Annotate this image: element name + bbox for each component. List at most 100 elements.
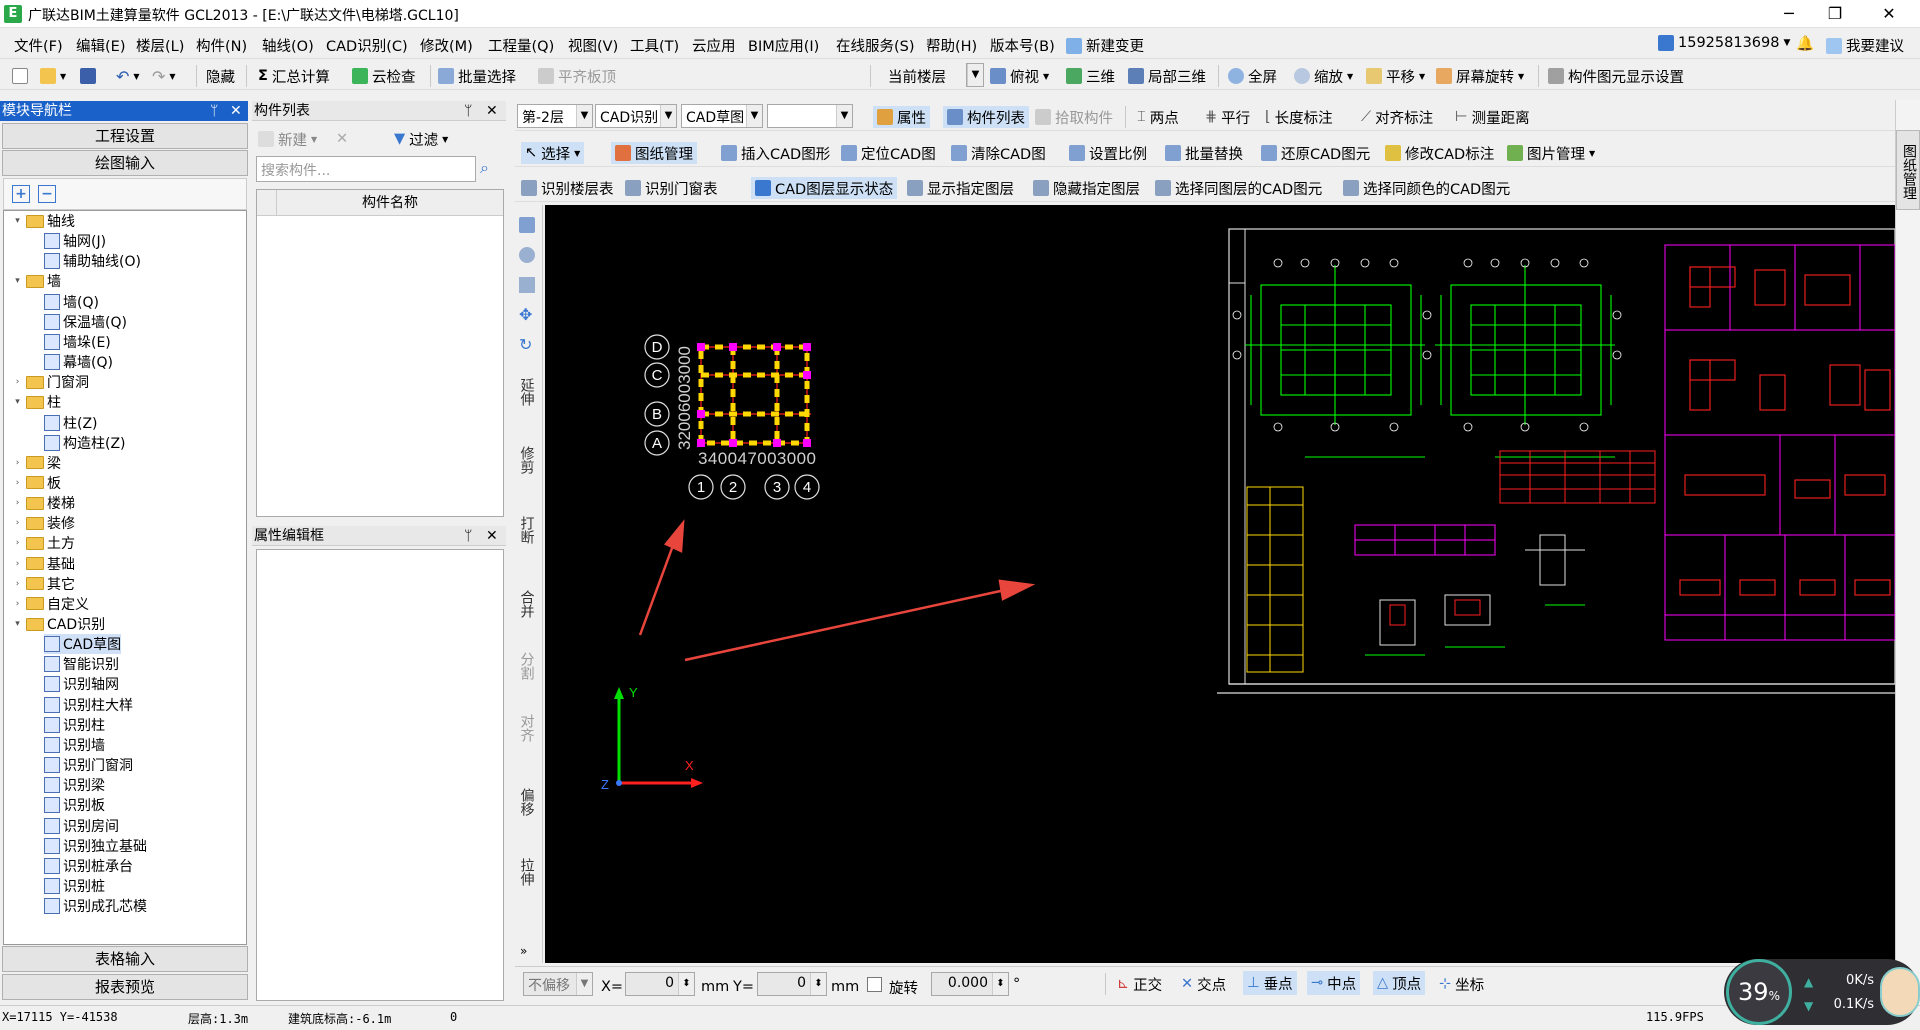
new-change-button[interactable]: 新建变更 [1066, 35, 1144, 56]
tree-item[interactable]: 识别独立基础 [44, 836, 147, 856]
drawing-input-button[interactable]: 绘图输入 [2, 150, 248, 176]
modify-cad-mark-button[interactable]: 修改CAD标注 [1385, 142, 1494, 164]
pan-button[interactable]: 平移 ▼ [1366, 65, 1425, 87]
set-scale-button[interactable]: 设置比例 [1069, 142, 1147, 164]
filter-button[interactable]: ▼ 过滤 ▼ [394, 128, 448, 150]
expander-icon[interactable]: ▾ [12, 216, 23, 226]
menu-view[interactable]: 视图(V) [568, 35, 618, 56]
expander-icon[interactable]: › [12, 458, 23, 468]
drawing-mgmt-button[interactable]: 图纸管理 [611, 142, 697, 164]
save-button[interactable] [80, 65, 96, 87]
expand-all-button[interactable]: + [12, 185, 30, 203]
menu-tools[interactable]: 工具(T) [630, 35, 679, 56]
floor-dropdown[interactable]: 第-2层 ▼ [517, 104, 593, 128]
tree-item[interactable]: 识别成孔芯模 [44, 896, 147, 916]
x-offset-input[interactable]: 0 ⬍ [625, 972, 695, 996]
tree-item[interactable]: 识别轴网 [44, 674, 119, 694]
batch-replace-button[interactable]: 批量替换 [1165, 142, 1243, 164]
pin-icon[interactable]: ᛘ [464, 526, 472, 546]
tree-item[interactable]: 墙(Q) [44, 292, 99, 312]
trim-tool[interactable]: 修剪 [511, 446, 541, 506]
pin-icon[interactable]: ᛘ [464, 101, 472, 121]
break-tool[interactable]: 打断 [511, 516, 541, 576]
rotate-angle-input[interactable]: 0.000 ⬍ [931, 972, 1009, 996]
expander-icon[interactable]: ▾ [12, 619, 23, 629]
insert-cad-button[interactable]: 插入CAD图形 [721, 142, 830, 164]
tree-item[interactable]: 保温墙(Q) [44, 312, 127, 332]
collapse-all-button[interactable]: − [38, 185, 56, 203]
intersect-button[interactable]: ✕ 交点 [1181, 973, 1226, 995]
top-view-button[interactable]: 俯视 ▼ [990, 65, 1049, 87]
copy-icon[interactable] [519, 247, 535, 263]
pen-icon[interactable] [519, 217, 535, 233]
pick-component-button[interactable]: 拾取构件 [1035, 106, 1113, 128]
cad-recog-dropdown[interactable]: CAD识别 ▼ [595, 104, 677, 128]
close-icon[interactable]: ✕ [486, 526, 498, 546]
select-same-color-button[interactable]: 选择同颜色的CAD图元 [1343, 177, 1510, 199]
hide-layer-button[interactable]: 隐藏指定图层 [1033, 177, 1140, 199]
report-preview-button[interactable]: 报表预览 [2, 974, 248, 1000]
screen-rotate-button[interactable]: 屏幕旋转 ▼ [1436, 65, 1524, 87]
tree-item[interactable]: 识别门窗洞 [44, 755, 133, 775]
restore-cad-button[interactable]: 还原CAD图元 [1261, 142, 1370, 164]
maximize-button[interactable]: ❐ [1812, 0, 1858, 28]
bell-button[interactable]: 🔔 [1796, 35, 1814, 52]
tree-folder[interactable]: › 自定义 [12, 594, 89, 614]
menu-version[interactable]: 版本号(B) [990, 35, 1055, 56]
expander-icon[interactable]: › [12, 498, 23, 508]
rotate-icon[interactable]: ↻ [519, 337, 535, 353]
tree-folder[interactable]: › 梁 [12, 453, 61, 473]
display-settings-button[interactable]: 构件图元显示设置 [1548, 65, 1684, 87]
tree-folder[interactable]: › 楼梯 [12, 493, 75, 513]
more-tools-icon[interactable]: » [520, 944, 527, 958]
coordinate-button[interactable]: ⊹ 坐标 [1439, 973, 1484, 995]
avatar[interactable] [1880, 967, 1920, 1017]
new-file-button[interactable] [12, 65, 28, 87]
component-list-button[interactable]: 构件列表 [943, 106, 1029, 128]
menu-file[interactable]: 文件(F) [14, 35, 63, 56]
expander-icon[interactable]: › [12, 377, 23, 387]
suggest-button[interactable]: 我要建议 [1826, 35, 1904, 56]
three-d-button[interactable]: 三维 [1066, 65, 1115, 87]
image-mgmt-button[interactable]: 图片管理 ▼ [1507, 142, 1595, 164]
offset-tool[interactable]: 偏移 [511, 788, 541, 848]
tree-item[interactable]: 识别柱 [44, 715, 105, 735]
flat-top-button[interactable]: 平齐板顶 [538, 65, 616, 87]
partial-3d-button[interactable]: 局部三维 [1128, 65, 1206, 87]
open-file-button[interactable]: ▼ [40, 65, 66, 87]
menu-online[interactable]: 在线服务(S) [836, 35, 915, 56]
tree-folder[interactable]: › 门窗洞 [12, 372, 89, 392]
measure-button[interactable]: ⊢ 测量距离 [1455, 106, 1530, 128]
tree-item[interactable]: 柱(Z) [44, 413, 98, 433]
expander-icon[interactable]: ▾ [12, 276, 23, 286]
tree-folder[interactable]: ▾ CAD识别 [12, 614, 105, 634]
tree-item[interactable]: 识别柱大样 [44, 695, 133, 715]
tree-item[interactable]: 智能识别 [44, 654, 119, 674]
align-mark-button[interactable]: ⟋ 对齐标注 [1361, 106, 1433, 128]
batch-select-button[interactable]: 批量选择 [438, 65, 516, 87]
delete-component-button[interactable]: ✕ [336, 128, 348, 150]
y-offset-input[interactable]: 0 ⬍ [757, 972, 827, 996]
cad-layer-state-button[interactable]: CAD图层显示状态 [751, 177, 898, 199]
move-icon[interactable]: ✥ [519, 307, 535, 323]
search-component-input[interactable]: 搜索构件... [256, 156, 476, 182]
tree-folder[interactable]: ▾ 轴线 [12, 211, 75, 231]
tree-folder[interactable]: › 装修 [12, 513, 75, 533]
menu-edit[interactable]: 编辑(E) [76, 35, 125, 56]
clear-cad-button[interactable]: 清除CAD图 [951, 142, 1046, 164]
close-icon[interactable]: ✕ [486, 101, 498, 121]
show-layer-button[interactable]: 显示指定图层 [907, 177, 1014, 199]
menu-axis[interactable]: 轴线(O) [262, 35, 314, 56]
align-tool[interactable]: 对齐 [511, 714, 541, 774]
two-point-button[interactable]: ⌶ 两点 [1137, 106, 1179, 128]
tree-item[interactable]: 识别墙 [44, 735, 105, 755]
project-settings-button[interactable]: 工程设置 [2, 123, 248, 149]
tree-folder[interactable]: › 板 [12, 473, 61, 493]
table-input-button[interactable]: 表格输入 [2, 946, 248, 972]
extend-tool[interactable]: 延伸 [511, 378, 541, 438]
close-button[interactable]: ✕ [1866, 0, 1912, 28]
cloud-check-button[interactable]: 云检查 [352, 65, 416, 87]
component-dropdown[interactable]: ▼ [767, 104, 853, 128]
zoom-button[interactable]: 缩放 ▼ [1294, 65, 1353, 87]
close-icon[interactable]: ✕ [230, 101, 242, 121]
